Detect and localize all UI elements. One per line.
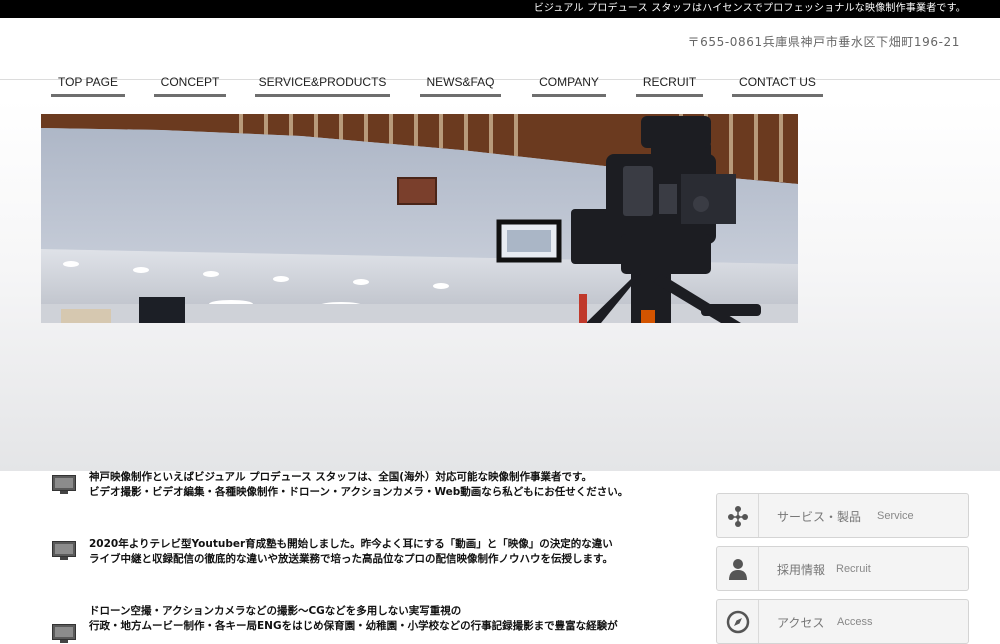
monitor-icon (52, 624, 76, 643)
access-label-jp: アクセス (777, 616, 825, 630)
service-label-jp: サービス・製品 (777, 510, 862, 524)
access-label-en: Access (837, 616, 873, 628)
content-item-3: ドローン空撮・アクションカメラなどの撮影〜CGなどを多用しない実写重視の 行政・… (52, 604, 652, 643)
monitor-icon (52, 541, 76, 560)
sidebar-service-button[interactable]: サービス・製品 Service (716, 493, 969, 538)
tagline-text: ビジュアル プロデュース スタッフはハイセンスでプロフェッショナルな映像制作事業… (533, 3, 966, 14)
recruit-label-en: Recruit (836, 563, 871, 575)
content-item-1: 神戸映像制作といえばビジュアル プロデュース スタッフは、全国(海外）対応可能な… (52, 470, 652, 504)
nav-contact-us[interactable]: CONTACT US (732, 75, 823, 97)
sidebar-access-button[interactable]: アクセス Access (716, 599, 969, 644)
monitor-icon (52, 475, 76, 494)
company-address: 〒655-0861兵庫県神戸市垂水区下畑町196-21 (687, 35, 960, 49)
compass-icon (726, 610, 750, 634)
nav-recruit[interactable]: RECRUIT (636, 75, 703, 97)
content-text-2: 2020年よりテレビ型Youtuber育成塾も開始しました。昨今よく耳にする「動… (89, 538, 613, 565)
nav-concept[interactable]: CONCEPT (154, 75, 226, 97)
content-item-2: 2020年よりテレビ型Youtuber育成塾も開始しました。昨今よく耳にする「動… (52, 537, 652, 571)
recruit-label-jp: 採用情報 (777, 563, 826, 577)
nav-company[interactable]: COMPANY (532, 75, 606, 97)
main-navigation: TOP PAGE CONCEPT SERVICE&PRODUCTS NEWS&F… (0, 75, 1000, 99)
service-label-en: Service (877, 510, 914, 522)
person-icon (729, 559, 747, 580)
top-tagline-bar: ビジュアル プロデュース スタッフはハイセンスでプロフェッショナルな映像制作事業… (0, 0, 1000, 18)
nav-top-page[interactable]: TOP PAGE (51, 75, 125, 97)
content-text-1: 神戸映像制作といえばビジュアル プロデュース スタッフは、全国(海外）対応可能な… (89, 471, 629, 498)
sidebar-recruit-button[interactable]: 採用情報 Recruit (716, 546, 969, 591)
nav-news-faq[interactable]: NEWS&FAQ (420, 75, 501, 97)
nav-service-products[interactable]: SERVICE&PRODUCTS (255, 75, 390, 97)
content-text-3: ドローン空撮・アクションカメラなどの撮影〜CGなどを多用しない実写重視の 行政・… (89, 605, 618, 632)
network-icon (728, 506, 748, 527)
hero-image-video-camera (41, 114, 798, 323)
